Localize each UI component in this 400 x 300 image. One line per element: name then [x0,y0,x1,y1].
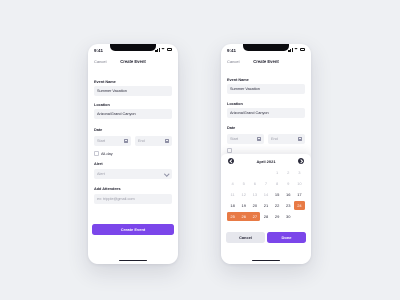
status-time: 9:41 [94,48,104,53]
end-date-placeholder: End [271,137,278,141]
calendar-day[interactable]: 1 [272,168,283,177]
calendar-icon [298,137,302,141]
calendar-day[interactable]: 18 [227,201,238,210]
calendar-day [260,168,271,177]
location-label: Location [227,102,243,106]
event-name-label: Event Name [94,80,116,84]
calendar-day[interactable]: 8 [272,179,283,188]
start-date-placeholder: Start [97,139,106,143]
cancel-button[interactable]: Cancel [226,232,265,243]
end-date-field[interactable]: End [135,136,172,146]
calendar-day[interactable]: 22 [272,201,283,210]
status-icons [154,48,172,52]
start-date-field[interactable]: Start [227,134,264,144]
location-input[interactable]: Arizona/Grand Canyon [227,108,305,118]
calendar-day[interactable]: 10 [294,179,305,188]
calendar-day[interactable]: 17 [294,190,305,199]
event-name-input[interactable]: Summer Vacation [94,86,172,96]
page-title: Create Event [253,59,279,64]
notch [110,44,156,51]
calendar-day[interactable]: 4 [227,179,238,188]
calendar-day [249,168,260,177]
home-indicator [252,259,280,261]
page-title: Create Event [120,59,146,64]
date-picker-sheet: April 2021 1 2 3 4 5 6 7 8 9 10 11 12 13 14 15 16 17 18 19… [221,154,311,264]
battery-icon [299,48,305,52]
done-button[interactable]: Done [267,232,306,243]
nav-bar: Cancel Create Event [88,59,178,67]
month-bar: April 2021 [221,158,311,166]
start-date-placeholder: Start [230,137,239,141]
location-label: Location [94,103,110,107]
calendar-day[interactable]: 27 [249,212,261,221]
calendar-day[interactable]: 13 [249,190,260,199]
calendar-day[interactable]: 29 [272,212,283,221]
signal-icon [154,48,160,52]
phone-create-event: 9:41 Cancel Create Event Event Name Summ… [88,44,178,264]
calendar-day[interactable]: 15 [272,190,283,199]
event-name-input[interactable]: Summer Vacation [227,84,305,94]
calendar-day[interactable]: 26 [238,212,250,221]
alert-placeholder: Alert [97,172,105,176]
date-label: Date [227,126,236,130]
wifi-icon [161,48,165,51]
calendar-day[interactable]: 12 [238,190,249,199]
signal-icon [287,48,293,52]
calendar-day[interactable]: 20 [249,201,260,210]
calendar-icon [165,139,169,143]
calendar-day[interactable]: 7 [260,179,271,188]
wifi-icon [294,48,298,51]
calendar-day [294,212,305,221]
calendar-day[interactable]: 19 [238,201,249,210]
attendees-label: Add Attendees [94,187,121,191]
attendees-input[interactable]: ex: tripple@gmail.com [94,194,172,204]
status-time: 9:41 [227,48,237,53]
calendar-day[interactable]: 11 [227,190,238,199]
allday-checkbox[interactable] [94,151,99,156]
allday-label: All-day [101,151,113,156]
calendar-day[interactable]: 16 [283,190,294,199]
event-name-label: Event Name [227,78,249,82]
end-date-field[interactable]: End [268,134,305,144]
end-date-placeholder: End [138,139,145,143]
calendar-day[interactable]: 3 [294,168,305,177]
location-input[interactable]: Arizona/Grand Canyon [94,109,172,119]
calendar-day[interactable]: 23 [283,201,294,210]
create-event-button[interactable]: Create Event [92,224,174,235]
calendar-icon [257,137,261,141]
calendar-day[interactable]: 28 [260,212,271,221]
allday-checkbox[interactable] [227,148,232,153]
calendar-day[interactable]: 30 [283,212,294,221]
nav-bar: Cancel Create Event [221,59,311,67]
calendar-day[interactable]: 24 [293,201,305,210]
calendar-day[interactable]: 9 [283,179,294,188]
calendar-day[interactable]: 5 [238,179,249,188]
battery-icon [166,48,172,52]
start-date-field[interactable]: Start [94,136,131,146]
calendar-day [227,168,238,177]
alert-select[interactable]: Alert [94,169,172,179]
calendar-icon [124,139,128,143]
calendar-day[interactable]: 21 [260,201,271,210]
next-month-icon[interactable] [298,158,304,164]
status-icons [287,48,305,52]
notch [243,44,289,51]
calendar-day[interactable]: 2 [283,168,294,177]
calendar-grid: 1 2 3 4 5 6 7 8 9 10 11 12 13 14 15 16 17 18 19 20 21 22 23 24 2… [227,168,305,221]
alert-label: Alert [94,162,103,166]
phone-date-picker: 9:41 Cancel Create Event Event Name Summ… [221,44,311,264]
calendar-day[interactable]: 6 [249,179,260,188]
calendar-day[interactable]: 14 [260,190,271,199]
chevron-down-icon [163,171,169,177]
date-label: Date [94,128,103,132]
calendar-day [238,168,249,177]
home-indicator [119,259,147,261]
calendar-day[interactable]: 25 [227,212,239,221]
